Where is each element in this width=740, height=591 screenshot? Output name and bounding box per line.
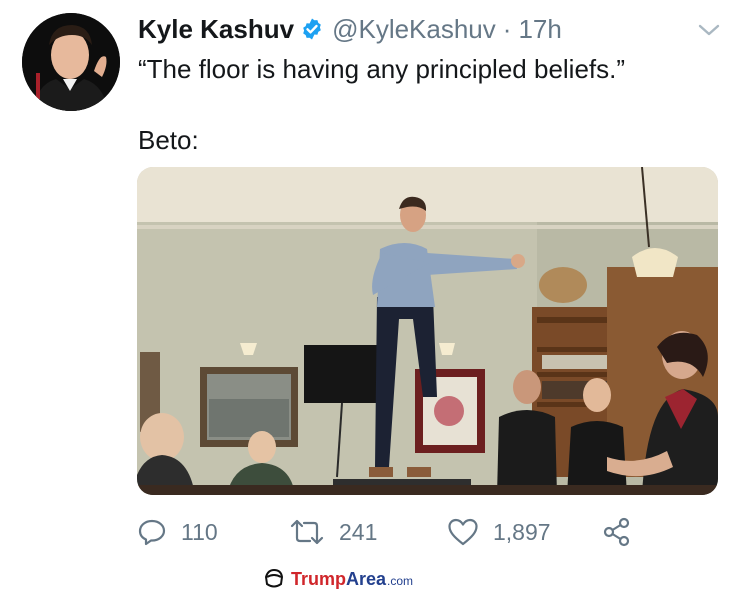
watermark-logo-icon: [264, 568, 284, 588]
retweet-count: 241: [339, 518, 378, 545]
share-icon: [603, 517, 630, 547]
chevron-down-icon[interactable]: [697, 20, 721, 40]
watermark-text-com: .com: [387, 574, 414, 588]
tweet-text-line-1: “The floor is having any principled beli…: [138, 54, 626, 84]
separator-dot: ·: [502, 14, 512, 44]
tweet-actions: 110 241 1,897: [137, 512, 697, 552]
share-button[interactable]: [602, 512, 646, 552]
watermark-text-area: Area: [346, 568, 387, 589]
retweet-icon: [290, 519, 324, 545]
photo-image: [137, 167, 718, 495]
heart-icon: [448, 518, 478, 546]
tweet-timestamp[interactable]: 17h: [518, 14, 561, 44]
tweet-photo[interactable]: [137, 167, 718, 495]
like-count: 1,897: [493, 518, 551, 545]
display-name[interactable]: Kyle Kashuv: [138, 14, 294, 44]
avatar[interactable]: [22, 13, 120, 111]
tweet-text-line-2: Beto:: [138, 125, 199, 155]
reply-icon: [138, 519, 166, 546]
avatar-image: [22, 13, 120, 111]
verified-badge-icon: [300, 17, 324, 41]
tweet: Kyle Kashuv @KyleKashuv · 17h “The floor…: [0, 0, 740, 591]
watermark: Trump Area .com: [263, 566, 413, 591]
reply-count: 110: [181, 518, 218, 545]
retweet-button[interactable]: 241: [289, 512, 377, 552]
tweet-header: Kyle Kashuv @KyleKashuv · 17h: [138, 14, 680, 44]
like-button[interactable]: 1,897: [447, 512, 551, 552]
reply-button[interactable]: 110: [137, 512, 218, 552]
watermark-text-trump: Trump: [291, 568, 347, 589]
user-handle[interactable]: @KyleKashuv: [332, 14, 496, 44]
